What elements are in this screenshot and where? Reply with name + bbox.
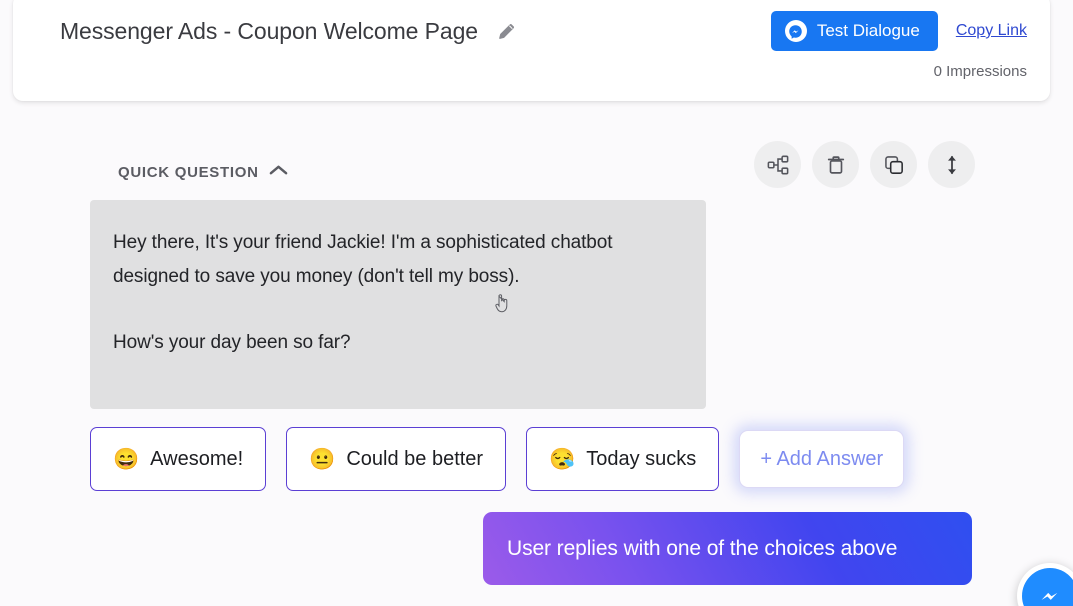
emoji-icon: 😪 <box>549 447 576 471</box>
impressions-count: 0 Impressions <box>933 63 1027 80</box>
answer-option-1[interactable]: 😐 Could be better <box>286 427 507 491</box>
test-dialogue-button[interactable]: Test Dialogue <box>770 11 938 51</box>
message-bubble[interactable]: Hey there, It's your friend Jackie! I'm … <box>90 200 706 409</box>
emoji-icon: 😄 <box>113 447 140 471</box>
header-actions: Test Dialogue Copy Link <box>770 11 1027 51</box>
messenger-icon <box>784 20 807 42</box>
section-label-text: QUICK QUESTION <box>118 163 259 181</box>
app-root: Messenger Ads - Coupon Welcome Page Test… <box>0 0 1073 606</box>
page-title: Messenger Ads - Coupon Welcome Page <box>60 18 478 44</box>
branch-icon[interactable] <box>754 141 801 188</box>
add-answer-button[interactable]: + Add Answer <box>739 430 905 488</box>
move-vertical-icon[interactable] <box>928 141 975 188</box>
user-reply-banner-text: User replies with one of the choices abo… <box>507 536 898 560</box>
copy-link-button[interactable]: Copy Link <box>956 22 1027 40</box>
answer-label: Could be better <box>346 447 484 470</box>
answer-label: Today sucks <box>586 447 697 470</box>
trash-icon[interactable] <box>812 141 859 188</box>
answer-option-2[interactable]: 😪 Today sucks <box>526 427 720 491</box>
user-reply-banner: User replies with one of the choices abo… <box>483 512 972 585</box>
answer-option-0[interactable]: 😄 Awesome! <box>90 427 267 491</box>
answer-label: Awesome! <box>150 447 244 470</box>
messenger-fab[interactable] <box>1017 563 1073 606</box>
message-paragraph-1: Hey there, It's your friend Jackie! I'm … <box>113 232 613 287</box>
answer-buttons: 😄 Awesome! 😐 Could be better 😪 Today suc… <box>90 427 905 491</box>
test-dialogue-label: Test Dialogue <box>816 21 920 40</box>
quick-question-section-header[interactable]: QUICK QUESTION <box>118 163 288 181</box>
title-row: Messenger Ads - Coupon Welcome Page <box>60 18 520 45</box>
duplicate-icon[interactable] <box>870 141 917 188</box>
node-toolbar <box>754 141 975 188</box>
message-paragraph-2: How's your day been so far? <box>113 332 351 353</box>
emoji-icon: 😐 <box>309 447 336 471</box>
pencil-icon[interactable] <box>494 19 520 45</box>
messenger-icon <box>1022 568 1073 606</box>
chevron-up-icon[interactable] <box>269 163 288 181</box>
header-card: Messenger Ads - Coupon Welcome Page Test… <box>13 0 1050 101</box>
header-actions-area: Test Dialogue Copy Link 0 Impressions <box>770 11 1027 80</box>
